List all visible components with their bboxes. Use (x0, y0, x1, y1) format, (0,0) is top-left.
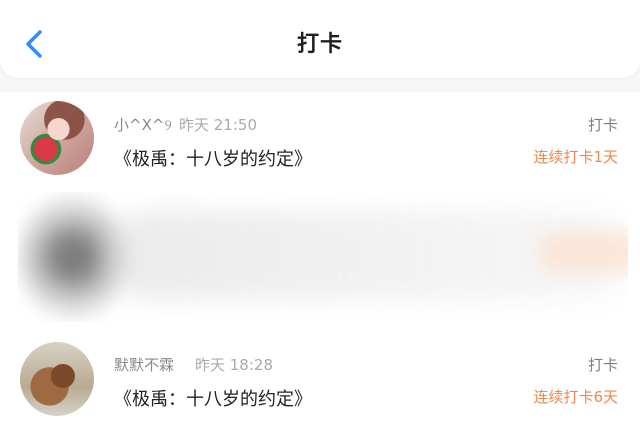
user-name[interactable]: 小^X^୨ (114, 114, 172, 135)
blurred-row (18, 192, 628, 322)
checkin-row[interactable]: 默默不霖 昨天 18:28 《极禹：十八岁的约定》 打卡 连续打卡6天 (0, 340, 640, 435)
blurred-streak (538, 232, 628, 272)
checkin-row[interactable]: 小^X^୨ 昨天 21:50 《极禹：十八岁的约定》 打卡 连续打卡1天 (0, 92, 640, 188)
user-name[interactable]: 默默不霖 (114, 354, 174, 375)
book-title[interactable]: 《极禹：十八岁的约定》 (114, 145, 312, 171)
checkin-tag: 打卡 (587, 116, 618, 134)
checkin-time: 昨天 21:50 (179, 116, 257, 134)
book-title[interactable]: 《极禹：十八岁的约定》 (114, 385, 312, 411)
avatar[interactable] (20, 342, 94, 416)
streak-badge: 连续打卡6天 (533, 388, 618, 406)
avatar[interactable] (20, 101, 94, 175)
streak-badge: 连续打卡1天 (533, 148, 618, 166)
checkin-time: 昨天 18:28 (195, 356, 273, 374)
app-header: 打卡 (0, 0, 640, 78)
checkin-tag: 打卡 (587, 356, 618, 374)
page-title: 打卡 (296, 32, 343, 57)
checkin-list: 小^X^୨ 昨天 21:50 《极禹：十八岁的约定》 打卡 连续打卡1天 默默不… (0, 92, 640, 435)
